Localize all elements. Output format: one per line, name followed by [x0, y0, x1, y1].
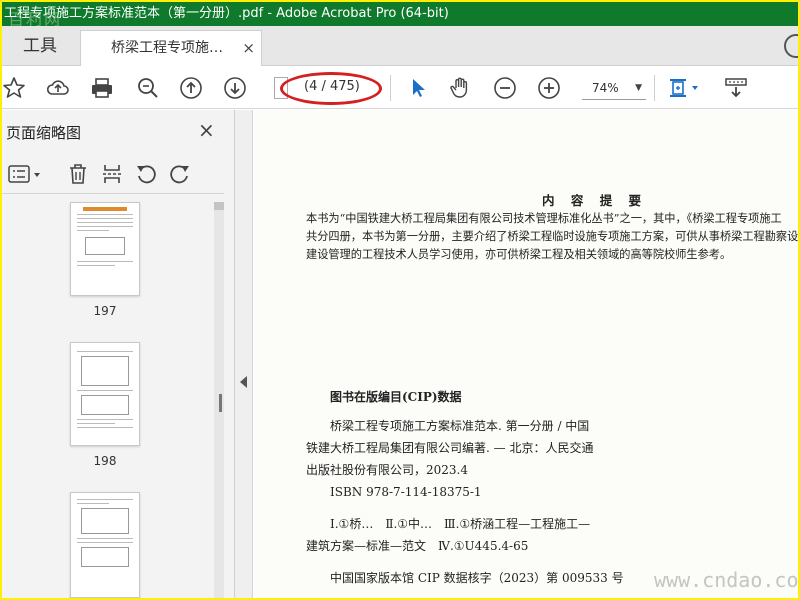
zoom-level-value: 74% [592, 81, 619, 95]
summary-line: 本书为“中国铁建大桥工程局集团有限公司技术管理标准化丛书”之一，其中，《桥梁工程… [306, 212, 782, 225]
thumbnail-label: 197 [93, 304, 117, 318]
insert-page-icon[interactable] [100, 162, 124, 186]
zoom-out-icon[interactable] [493, 76, 517, 100]
close-icon[interactable]: × [198, 118, 215, 142]
cip-line: 中国国家版本馆 CIP 数据核字（2023）第 009533 号 [330, 571, 624, 585]
tab-document-title: 桥梁工程专项施工... [111, 40, 235, 56]
page-thumbnail[interactable] [70, 492, 140, 598]
help-icon[interactable] [784, 34, 798, 58]
summary-paragraph: 本书为“中国铁建大桥工程局集团有限公司技术管理标准化丛书”之一，其中，《桥梁工程… [306, 210, 798, 264]
print-icon[interactable] [90, 76, 114, 100]
scrollbar-thumb[interactable] [214, 202, 224, 210]
zoom-in-icon[interactable] [537, 76, 561, 100]
cip-block: 桥梁工程专项施工方案标准范本. 第一分册 / 中国 铁建大桥工程局集团有限公司编… [306, 415, 624, 589]
tab-tools[interactable]: 工具 [2, 26, 78, 66]
pdf-page: 内 容 提 要 本书为“中国铁建大桥工程局集团有限公司技术管理标准化丛书”之一，… [254, 110, 798, 598]
options-menu-icon[interactable] [8, 162, 42, 186]
scroll-mode-icon[interactable] [724, 76, 748, 100]
collapse-arrow-icon[interactable] [240, 376, 247, 388]
thumbnail-label: 198 [93, 454, 117, 468]
acrobat-window: 工程专项施工方案标准范本（第一分册）.pdf - Adobe Acrobat P… [2, 2, 798, 598]
cip-line: 桥梁工程专项施工方案标准范本. 第一分册 / 中国 [330, 419, 590, 433]
page-thumbnail[interactable] [70, 202, 140, 296]
site-watermark: www.cndao.com [654, 568, 798, 592]
fit-page-icon[interactable] [668, 76, 704, 100]
page-heading: 内 容 提 要 [542, 193, 648, 208]
cip-line: 出版社股份有限公司，2023.4 [306, 463, 468, 477]
thumbnail-toolbar [2, 154, 224, 194]
cip-line: ISBN 978-7-114-18375-1 [330, 485, 482, 499]
delete-icon[interactable] [66, 162, 90, 186]
page-thumbnail[interactable] [70, 342, 140, 446]
cloud-upload-icon[interactable] [46, 76, 70, 100]
page-down-icon[interactable] [223, 76, 247, 100]
zoom-level-select[interactable]: 74% ▼ [582, 78, 646, 100]
resize-grip-icon[interactable] [219, 394, 222, 412]
toolbar-divider [390, 75, 391, 101]
panel-title: 页面缩略图 [6, 124, 82, 142]
cip-line: 铁建大桥工程局集团有限公司编著. — 北京：人民交通 [306, 441, 594, 455]
tab-close-icon[interactable]: × [242, 31, 255, 65]
cip-title: 图书在版编目(CIP)数据 [330, 390, 462, 404]
toolbar-divider [654, 75, 655, 101]
document-view[interactable]: 内 容 提 要 本书为“中国铁建大桥工程局集团有限公司技术管理标准化丛书”之一，… [254, 110, 798, 598]
highlight-oval [280, 72, 382, 105]
chevron-down-icon: ▼ [635, 83, 642, 93]
select-cursor-icon[interactable] [406, 76, 430, 100]
tab-bar: 工具 桥梁工程专项施工... × [2, 26, 798, 66]
rotate-right-icon[interactable] [168, 162, 192, 186]
zoom-search-icon[interactable] [136, 76, 160, 100]
main-toolbar: (4 / 475) 74% ▼ [2, 67, 798, 109]
hand-icon[interactable] [448, 76, 472, 100]
cip-line: 建筑方案—标准—范文 Ⅳ.①U445.4-65 [306, 539, 529, 553]
title-bar: 工程专项施工方案标准范本（第一分册）.pdf - Adobe Acrobat P… [2, 2, 798, 26]
tab-document[interactable]: 桥梁工程专项施工... × [80, 30, 262, 66]
window-title: 工程专项施工方案标准范本（第一分册）.pdf - Adobe Acrobat P… [4, 6, 449, 21]
summary-line: 建设管理的工程技术人员学习使用，亦可供桥梁工程及相关领域的高等院校师生参考。 [306, 248, 732, 261]
summary-line: 共分四册，本书为第一分册，主要介绍了桥梁工程临时设施专项施工方案，可供从事桥梁工… [306, 230, 798, 243]
rotate-left-icon[interactable] [134, 162, 158, 186]
star-icon[interactable] [2, 76, 26, 100]
cip-line: Ⅰ.①桥… Ⅱ.①中… Ⅲ.①桥涵工程—工程施工— [330, 517, 591, 531]
page-up-icon[interactable] [179, 76, 203, 100]
page-thumbnails-panel: 页面缩略图 × 197 198 [2, 110, 235, 598]
panel-splitter[interactable] [235, 110, 253, 598]
